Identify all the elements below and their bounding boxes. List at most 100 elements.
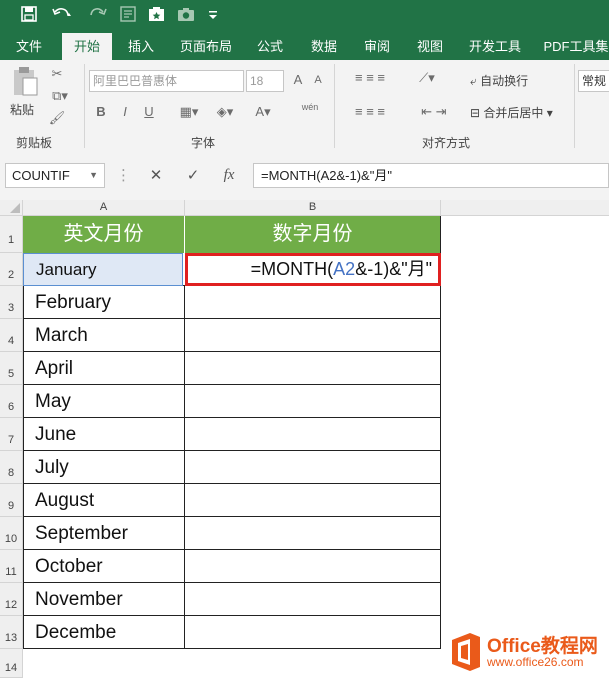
- tab-page-layout[interactable]: 页面布局: [172, 33, 240, 60]
- wrap-text-button[interactable]: ⤶ 自动换行: [470, 72, 528, 89]
- formula-prefix: =MONTH(: [250, 259, 334, 279]
- clipboard-group-label: 剪贴板: [16, 136, 53, 150]
- number-format-box[interactable]: 常规: [578, 70, 609, 92]
- month-cell-a9[interactable]: August: [23, 484, 185, 517]
- cell-b8[interactable]: [185, 451, 441, 484]
- row-header-4[interactable]: 4: [0, 319, 23, 352]
- cell-b10[interactable]: [185, 517, 441, 550]
- cell-b9[interactable]: [185, 484, 441, 517]
- month-cell-a10[interactable]: September: [23, 517, 185, 550]
- month-cell-a5[interactable]: April: [23, 352, 185, 385]
- tab-home[interactable]: 开始: [62, 33, 112, 60]
- ribbon-tabs: 文件 开始 插入 页面布局 公式 数据 审阅 视图 开发工具 PDF工具集: [0, 33, 609, 60]
- add-icon[interactable]: [146, 6, 168, 26]
- phonetic-icon[interactable]: wén: [300, 102, 320, 112]
- save-icon[interactable]: [18, 6, 40, 26]
- merge-center-label: 合并后居中: [483, 106, 544, 120]
- tab-developer[interactable]: 开发工具: [462, 33, 528, 60]
- insert-function-button[interactable]: fx: [218, 163, 240, 188]
- row-header-9[interactable]: 9: [0, 484, 23, 517]
- cell-b7[interactable]: [185, 418, 441, 451]
- name-box[interactable]: COUNTIF ▼: [5, 163, 105, 188]
- month-cell-a4[interactable]: March: [23, 319, 185, 352]
- paste-icon[interactable]: [8, 66, 42, 100]
- cell-b11[interactable]: [185, 550, 441, 583]
- tab-pdf-tools[interactable]: PDF工具集: [540, 33, 609, 60]
- horizontal-align-icons[interactable]: ≡ ≡ ≡: [340, 104, 400, 119]
- bold-icon[interactable]: B: [94, 104, 108, 119]
- tab-review[interactable]: 审阅: [357, 33, 397, 60]
- tab-data[interactable]: 数据: [304, 33, 344, 60]
- form-icon[interactable]: [118, 6, 138, 26]
- cell-a2[interactable]: January: [23, 253, 183, 286]
- tab-file[interactable]: 文件: [6, 33, 52, 60]
- tab-formulas[interactable]: 公式: [250, 33, 290, 60]
- cell-b13[interactable]: [185, 616, 441, 649]
- tab-insert[interactable]: 插入: [119, 33, 163, 60]
- month-cell-a12[interactable]: November: [23, 583, 185, 616]
- cell-b4[interactable]: [185, 319, 441, 352]
- font-color-icon[interactable]: A▾: [250, 104, 276, 120]
- select-all-corner[interactable]: [0, 200, 23, 216]
- underline-icon[interactable]: U: [142, 104, 156, 119]
- row-header-6[interactable]: 6: [0, 385, 23, 418]
- row-header-7[interactable]: 7: [0, 418, 23, 451]
- grow-font-icon[interactable]: A: [290, 72, 306, 87]
- month-cell-a8[interactable]: July: [23, 451, 185, 484]
- column-header-blank: [441, 200, 609, 216]
- row-header-10[interactable]: 10: [0, 517, 23, 550]
- fill-color-icon[interactable]: ◈▾: [212, 104, 238, 120]
- row-header-12[interactable]: 12: [0, 583, 23, 616]
- column-header-b[interactable]: B: [185, 200, 441, 216]
- cell-b3[interactable]: [185, 286, 441, 319]
- font-name-box[interactable]: 阿里巴巴普惠体: [89, 70, 244, 92]
- camera-icon[interactable]: [175, 6, 197, 26]
- month-cell-a6[interactable]: May: [23, 385, 185, 418]
- month-cell-a13[interactable]: Decembe: [23, 616, 185, 649]
- row-header-8[interactable]: 8: [0, 451, 23, 484]
- merge-center-button[interactable]: ⊟ 合并后居中 ▾: [470, 104, 553, 121]
- row-header-11[interactable]: 11: [0, 550, 23, 583]
- format-painter-icon[interactable]: 🖌: [48, 110, 66, 126]
- row-header-13[interactable]: 13: [0, 616, 23, 649]
- cell-b12[interactable]: [185, 583, 441, 616]
- cell-b5[interactable]: [185, 352, 441, 385]
- vertical-align-icons[interactable]: ≡ ≡ ≡: [340, 70, 400, 85]
- copy-icon[interactable]: ⧉▾: [48, 88, 72, 104]
- enter-button[interactable]: ✓: [182, 163, 204, 188]
- month-cell-a7[interactable]: June: [23, 418, 185, 451]
- font-group-label: 字体: [191, 136, 216, 150]
- month-cell-a3[interactable]: February: [23, 286, 185, 319]
- cell-b2-editing[interactable]: =MONTH(A2&-1)&"月": [185, 253, 441, 286]
- formula-bar: COUNTIF ▼ ⋮ ✕ ✓ fx =MONTH(A2&-1)&"月": [0, 152, 609, 200]
- header-cell-a1[interactable]: 英文月份: [23, 216, 185, 253]
- cut-icon[interactable]: ✂: [48, 66, 66, 82]
- italic-icon[interactable]: I: [118, 104, 132, 119]
- ribbon-separator: [574, 64, 575, 148]
- row-header-14[interactable]: 14: [0, 649, 23, 678]
- orientation-icon[interactable]: ⟋▾: [414, 70, 440, 86]
- row-header-2[interactable]: 2: [0, 253, 23, 286]
- redo-icon[interactable]: [84, 6, 112, 26]
- header-cell-b1[interactable]: 数字月份: [185, 216, 441, 253]
- column-header-a[interactable]: A: [23, 200, 185, 216]
- borders-icon[interactable]: ▦▾: [176, 104, 202, 120]
- font-color-letter: A: [255, 104, 265, 119]
- undo-icon[interactable]: [48, 6, 76, 26]
- watermark-brand: Office教程网: [487, 636, 598, 657]
- row-header-5[interactable]: 5: [0, 352, 23, 385]
- formula-cell-reference: A2: [333, 259, 356, 279]
- indent-icons[interactable]: ⇤ ⇥: [414, 104, 454, 120]
- month-cell-a11[interactable]: October: [23, 550, 185, 583]
- tab-view[interactable]: 视图: [410, 33, 450, 60]
- row-header-3[interactable]: 3: [0, 286, 23, 319]
- cell-b6[interactable]: [185, 385, 441, 418]
- name-box-value: COUNTIF: [12, 168, 70, 183]
- shrink-font-icon[interactable]: A: [310, 74, 326, 86]
- row-header-1[interactable]: 1: [0, 216, 23, 253]
- cancel-button[interactable]: ✕: [145, 163, 167, 188]
- formula-input[interactable]: =MONTH(A2&-1)&"月": [253, 163, 609, 188]
- paste-label[interactable]: 粘贴: [10, 101, 34, 118]
- customize-icon[interactable]: [205, 6, 221, 26]
- font-size-box[interactable]: 18: [246, 70, 284, 92]
